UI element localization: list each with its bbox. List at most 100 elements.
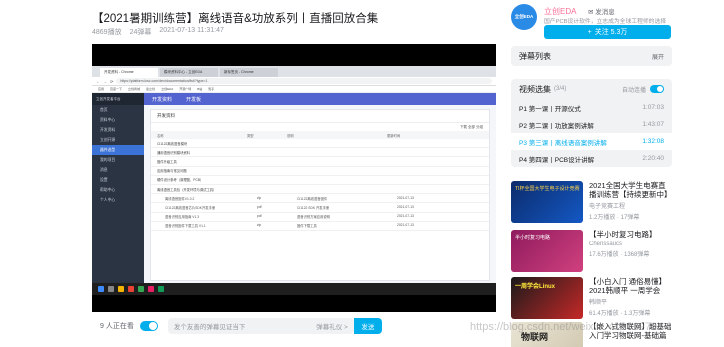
send-message-link[interactable]: ✉ 发消息 [588,6,615,16]
play-icon [465,265,473,275]
danmaku-list-expand[interactable]: 展开 [652,52,664,61]
table-row: 通用语音识别模块资料 [151,148,489,158]
table-row: 离线语音工具包（开发环境与调试工具） [151,185,489,195]
playlist-item-current[interactable]: P3 第三课丨离线语音案例讲解 1:32:08 [511,133,672,150]
app-nav-item: 消息 [100,167,108,172]
recommended-video[interactable]: 一周学会Linux 【小白入门 通俗易懂】2021韩顺平 一周学会Linux 韩… [511,277,672,321]
browser-tabs: 开发资料 - Chrome 模块资料中心 - 立创EDA 新标签页 - Chro… [92,66,496,77]
table-cell: 语音识别应用指南 V1.3 [165,215,200,220]
bookmark: 立创EDA [161,87,174,91]
playlist-item[interactable]: P2 第二课丨功放案例讲解 1:43:07 [511,116,672,133]
windows-taskbar [92,283,496,295]
panel-tools: 下载 全部 分组 [460,125,483,129]
playlist-item-duration: 1:43:07 [642,121,664,128]
app-top-item: 开发板 [186,97,202,103]
send-message-label: 发消息 [595,9,615,16]
panel-title: 开发资料 [151,110,489,123]
playlist-item-label: P2 第二课丨功放案例讲解 [519,122,594,130]
table-row: 语音识别固件下载工具 V1.1 zip 固件下载工具 2021-07-13 [151,222,489,231]
uploader-desc: 国产PCB设计软件，立志成为全球工程师的选择 [544,19,667,25]
bookmark: 开源广场 [179,87,192,91]
playlist-header: 视频选集 (3/4) 自动连播 [511,79,672,99]
app-nav-item: 首页 [100,107,108,112]
playlist-item-label: P1 第一课丨开源仪式 [519,105,581,113]
video-page: 【2021暑期训练营】离线语音&功放系列丨直播回放合集 4869播放 24弹幕 … [0,0,724,347]
autoplay-toggle[interactable] [650,85,664,93]
rec-title[interactable]: 【小白入门 通俗易懂】2021韩顺平 一周学会Linux [589,277,672,295]
table-row: CI1122离线语音模块 [151,139,489,149]
bookmark: 应用 [98,87,105,91]
view-count: 4869播放 [92,29,122,36]
recommended-video[interactable]: TI杯全国大学生电子设计竞赛 2021全国大学生电赛直播训练营【持续更新中】 电… [511,181,672,225]
playlist-panel: 视频选集 (3/4) 自动连播 P1 第一课丨开源仪式 1:07:03 P2 第… [511,79,672,167]
table-row: 离线语音固件V1.0.2 zip CI1122离线语音固件 2021-07-13 [151,194,489,204]
playlist-count: (3/4) [554,86,567,92]
danmaku-input[interactable]: 发个友善的弹幕见证当下 弹幕礼仪 > [167,318,354,334]
play-button[interactable] [456,260,480,280]
bookmark: 嘉立创 [146,87,156,91]
app-nav-item: 立创开源 [100,137,116,142]
rec-stats: 1.2万播放 · 17弹幕 [589,215,640,221]
danmaku-etiquette-link[interactable]: 弹幕礼仪 > [316,321,348,331]
video-thumbnail[interactable]: 半小时复习电路 [511,230,583,272]
rec-title[interactable]: 2021全国大学生电赛直播训练营【持续更新中】 [589,181,672,199]
video-player[interactable]: 开发资料 - Chrome 模块资料中心 - 立创EDA 新标签页 - Chro… [92,44,496,312]
danmaku-list-panel[interactable]: 弹幕列表 展开 [511,46,672,66]
app-topbar: 开发资料 开发板 [144,93,496,105]
table-cell: 2021-07-13 [397,223,414,228]
table-cell: 离线语音固件V1.0.2 [165,196,195,201]
video-thumbnail[interactable]: 一周学会Linux [511,277,583,319]
bookmark: 知乎 [208,87,215,91]
rec-info: 【半小时复习电路】 Chenssaucs 17.6万播放 · 1368弹幕 [589,230,672,274]
rec-title[interactable]: 【半小时复习电路】 [589,230,672,239]
forward-icon: → [103,78,107,84]
danmaku-placeholder: 发个友善的弹幕见证当下 [173,324,246,331]
rec-author[interactable]: 电子竞赛工程 [589,201,672,210]
rec-info: 【小白入门 通俗易懂】2021韩顺平 一周学会Linux 韩顺平 61.4万播放… [589,277,672,321]
app-nav-item: 设置 [100,177,108,182]
autoplay-label: 自动连播 [621,87,646,94]
table-row: 应用指南与常见问题 [151,167,489,176]
app-nav-item: 资料中心 [100,117,116,122]
playlist-item-duration: 1:32:08 [642,138,664,145]
table-cell: 固件下载工具 [297,224,317,229]
app-nav-item: 我的项目 [100,157,116,162]
send-danmaku-button[interactable]: 发送 [353,318,382,334]
bookmark: B站 [197,87,203,91]
browser-bookmarks: 应用 百度一下 立创商城 嘉立创 立创EDA 开源广场 B站 知乎 [92,86,496,93]
table-cell: pdf [257,214,262,219]
app-top-item: 开发资料 [152,97,173,103]
browser-tab: 模块资料中心 - 立创EDA [160,68,218,77]
uploader-avatar[interactable]: 立创EDA [511,4,537,30]
video-title: 【2021暑期训练营】离线语音&功放系列丨直播回放合集 [92,13,379,25]
app-sidebar: 立创开发者平台 首页 资料中心 开发资料 立创开源 器件选型 我的项目 消息 设… [92,93,144,283]
follow-label: 关注 5.3万 [594,29,628,36]
app-icon [138,286,144,292]
bookmark: 百度一下 [110,87,123,91]
rec-author[interactable]: 韩顺平 [589,297,672,306]
app-icon [148,286,154,292]
table-cell: zip [257,195,262,200]
browser-url: https://platform.lcsc.com/dev/documentat… [116,78,492,84]
publish-date: 2021-07-13 11:31:47 [159,27,224,34]
table-header-cell: 名称 [157,133,164,138]
search-icon [108,286,114,292]
table-cell: zip [257,223,262,228]
chrome-icon [128,286,134,292]
video-meta: 4869播放 24弹幕 2021-07-13 11:31:47 [92,27,224,37]
table-header-cell: 更新时间 [387,133,401,138]
rec-stats: 61.4万播放 · 1.3万弹幕 [589,311,651,317]
playlist-item[interactable]: P4 第四课丨PCB设计讲解 2:20:40 [511,150,672,167]
rec-author[interactable]: Chenssaucs [589,241,672,247]
web-app: 立创开发者平台 首页 资料中心 开发资料 立创开源 器件选型 我的项目 消息 设… [92,93,496,283]
follow-button[interactable]: + 关注 5.3万 [544,25,671,39]
video-thumbnail[interactable]: TI杯全国大学生电子设计竞赛 [511,181,583,223]
app-logo: 立创开发者平台 [92,93,144,105]
danmaku-toggle[interactable] [139,321,158,331]
recommended-video[interactable]: 半小时复习电路 【半小时复习电路】 Chenssaucs 17.6万播放 · 1… [511,230,672,274]
app-nav-item: 个人中心 [100,197,116,202]
table-row: CI1122离线语音芯片SDK开发手册 pdf CI1122 SDK 开发手册 … [151,203,489,213]
playlist-item[interactable]: P1 第一课丨开源仪式 1:07:03 [511,99,672,116]
rec-info: 2021全国大学生电赛直播训练营【持续更新中】 电子竞赛工程 1.2万播放 · … [589,181,672,225]
playlist-item-duration: 2:20:40 [642,155,664,162]
